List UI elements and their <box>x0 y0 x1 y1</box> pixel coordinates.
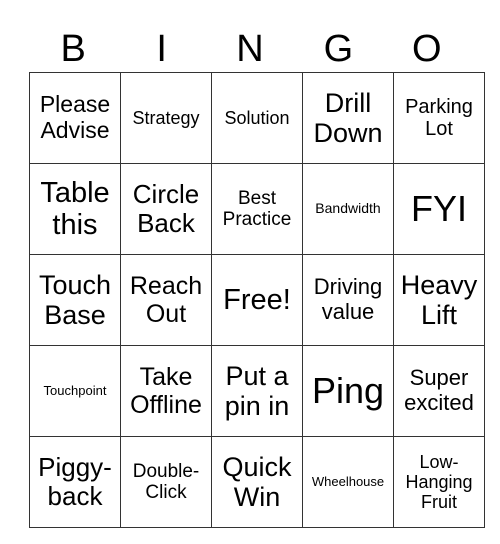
bingo-cell[interactable]: Strategy <box>120 72 212 164</box>
bingo-cell[interactable]: Put a pin in <box>211 345 303 437</box>
bingo-cell[interactable]: Low-Hanging Fruit <box>393 436 485 528</box>
bingo-cell[interactable]: Drill Down <box>302 72 394 164</box>
bingo-cell[interactable]: Parking Lot <box>393 72 485 164</box>
bingo-cell[interactable]: Ping <box>302 345 394 437</box>
bingo-cell[interactable]: FYI <box>393 163 485 255</box>
bingo-cell[interactable]: Quick Win <box>211 436 303 528</box>
header-letter-b: B <box>60 28 86 70</box>
grid-row: Table this Circle Back Best Practice Ban… <box>29 163 485 255</box>
grid-row: Please Advise Strategy Solution Drill Do… <box>29 72 485 164</box>
header-letter-o: O <box>412 28 442 70</box>
bingo-cell[interactable]: Solution <box>211 72 303 164</box>
bingo-cell[interactable]: Piggy-back <box>29 436 121 528</box>
header-letter-n: N <box>236 28 264 70</box>
grid-row: Touch Base Reach Out Free! Driving value… <box>29 254 485 346</box>
grid-row: Touchpoint Take Offline Put a pin in Pin… <box>29 345 485 437</box>
bingo-cell[interactable]: Double-Click <box>120 436 212 528</box>
header-letter-i: I <box>156 28 167 70</box>
bingo-cell[interactable]: Table this <box>29 163 121 255</box>
bingo-header: B I N G O <box>29 26 471 72</box>
bingo-cell[interactable]: Super excited <box>393 345 485 437</box>
bingo-cell[interactable]: Touchpoint <box>29 345 121 437</box>
free-space-cell[interactable]: Free! <box>211 254 303 346</box>
bingo-cell[interactable]: Driving value <box>302 254 394 346</box>
bingo-cell[interactable]: Touch Base <box>29 254 121 346</box>
header-letter-g: G <box>323 28 354 70</box>
bingo-cell[interactable]: Take Offline <box>120 345 212 437</box>
bingo-cell[interactable]: Heavy Lift <box>393 254 485 346</box>
bingo-cell[interactable]: Best Practice <box>211 163 303 255</box>
bingo-cell[interactable]: Reach Out <box>120 254 212 346</box>
bingo-cell[interactable]: Bandwidth <box>302 163 394 255</box>
bingo-cell[interactable]: Please Advise <box>29 72 121 164</box>
bingo-grid: Please Advise Strategy Solution Drill Do… <box>29 72 485 528</box>
bingo-cell[interactable]: Circle Back <box>120 163 212 255</box>
grid-row: Piggy-back Double-Click Quick Win Wheelh… <box>29 436 485 528</box>
bingo-cell[interactable]: Wheelhouse <box>302 436 394 528</box>
